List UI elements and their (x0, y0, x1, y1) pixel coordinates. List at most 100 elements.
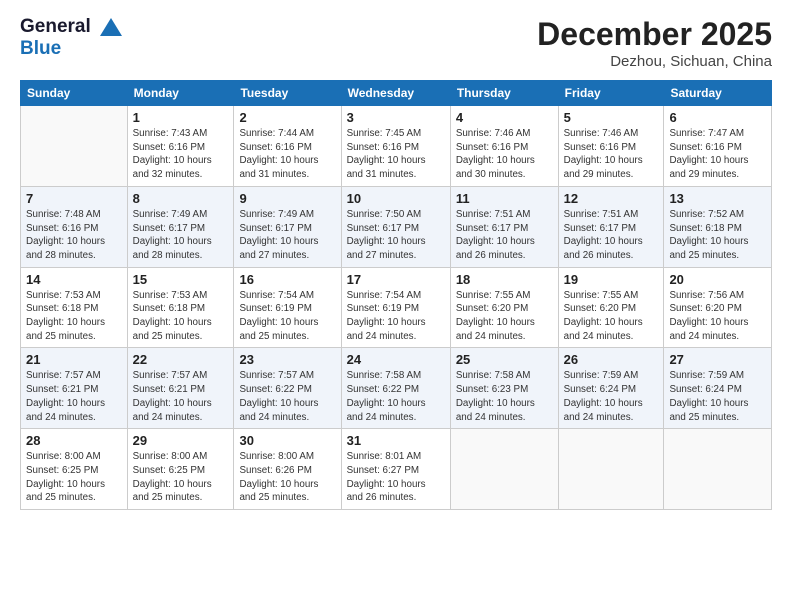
calendar-day-header: Saturday (664, 81, 772, 106)
day-number: 22 (133, 352, 229, 367)
logo-text: General (20, 16, 124, 38)
day-number: 7 (26, 191, 122, 206)
day-number: 30 (239, 433, 335, 448)
calendar-day-cell (558, 429, 664, 510)
day-number: 12 (564, 191, 659, 206)
logo-icon (98, 16, 124, 38)
day-number: 4 (456, 110, 553, 125)
day-number: 8 (133, 191, 229, 206)
day-number: 16 (239, 272, 335, 287)
calendar-day-cell: 19Sunrise: 7:55 AMSunset: 6:20 PMDayligh… (558, 267, 664, 348)
day-info: Sunrise: 7:44 AMSunset: 6:16 PMDaylight:… (239, 127, 335, 182)
calendar-day-cell (450, 429, 558, 510)
title-block: December 2025 Dezhou, Sichuan, China (537, 16, 772, 70)
calendar-day-header: Thursday (450, 81, 558, 106)
day-number: 27 (669, 352, 766, 367)
day-info: Sunrise: 7:51 AMSunset: 6:17 PMDaylight:… (564, 208, 659, 263)
day-number: 5 (564, 110, 659, 125)
calendar-day-cell: 25 Sunrise: 7:58 AMSunset: 6:23 PMDayligh… (450, 348, 558, 429)
calendar-day-cell: 16 Sunrise: 7:54 AMSunset: 6:19 PMDayligh… (234, 267, 341, 348)
day-info: Sunrise: 7:59 AMSunset: 6:24 PMDaylight:… (669, 369, 766, 424)
calendar-day-cell: 26Sunrise: 7:59 AMSunset: 6:24 PMDayligh… (558, 348, 664, 429)
calendar-day-cell (21, 106, 128, 187)
calendar-day-cell: 31 Sunrise: 8:01 AMSunset: 6:27 PMDayligh… (341, 429, 450, 510)
day-info: Sunrise: 7:56 AMSunset: 6:20 PMDaylight:… (669, 289, 766, 344)
day-info: Sunrise: 7:57 AMSunset: 6:22 PMDaylight:… (239, 369, 335, 424)
day-number: 14 (26, 272, 122, 287)
day-info: Sunrise: 7:54 AMSunset: 6:19 PMDaylight:… (347, 289, 445, 344)
calendar-day-header: Sunday (21, 81, 128, 106)
day-number: 21 (26, 352, 122, 367)
day-number: 18 (456, 272, 553, 287)
calendar-day-cell: 3 Sunrise: 7:45 AMSunset: 6:16 PMDaylight… (341, 106, 450, 187)
day-number: 24 (347, 352, 445, 367)
day-info: Sunrise: 7:49 AMSunset: 6:17 PMDaylight:… (133, 208, 229, 263)
calendar-day-cell: 18 Sunrise: 7:55 AMSunset: 6:20 PMDayligh… (450, 267, 558, 348)
day-info: Sunrise: 7:53 AMSunset: 6:18 PMDaylight:… (26, 289, 122, 344)
day-info: Sunrise: 7:50 AMSunset: 6:17 PMDaylight:… (347, 208, 445, 263)
logo: General Blue (20, 16, 124, 60)
day-info: Sunrise: 7:46 AMSunset: 6:16 PMDaylight:… (564, 127, 659, 182)
day-number: 9 (239, 191, 335, 206)
day-number: 29 (133, 433, 229, 448)
day-number: 26 (564, 352, 659, 367)
calendar-day-cell (664, 429, 772, 510)
day-info: Sunrise: 7:58 AMSunset: 6:23 PMDaylight:… (456, 369, 553, 424)
calendar-day-cell: 10 Sunrise: 7:50 AMSunset: 6:17 PMDayligh… (341, 186, 450, 267)
calendar-day-cell: 9Sunrise: 7:49 AMSunset: 6:17 PMDaylight… (234, 186, 341, 267)
calendar-day-cell: 2 Sunrise: 7:44 AMSunset: 6:16 PMDaylight… (234, 106, 341, 187)
day-info: Sunrise: 7:54 AMSunset: 6:19 PMDaylight:… (239, 289, 335, 344)
day-number: 31 (347, 433, 445, 448)
calendar-week-row: 14 Sunrise: 7:53 AMSunset: 6:18 PMDayligh… (21, 267, 772, 348)
day-number: 25 (456, 352, 553, 367)
calendar-week-row: 28Sunrise: 8:00 AMSunset: 6:25 PMDayligh… (21, 429, 772, 510)
calendar-day-cell: 11Sunrise: 7:51 AMSunset: 6:17 PMDayligh… (450, 186, 558, 267)
day-number: 23 (239, 352, 335, 367)
calendar-day-header: Monday (127, 81, 234, 106)
calendar-day-cell: 17 Sunrise: 7:54 AMSunset: 6:19 PMDayligh… (341, 267, 450, 348)
day-info: Sunrise: 7:58 AMSunset: 6:22 PMDaylight:… (347, 369, 445, 424)
calendar-day-cell: 21 Sunrise: 7:57 AMSunset: 6:21 PMDayligh… (21, 348, 128, 429)
day-number: 20 (669, 272, 766, 287)
calendar-day-cell: 24 Sunrise: 7:58 AMSunset: 6:22 PMDayligh… (341, 348, 450, 429)
day-number: 2 (239, 110, 335, 125)
day-info: Sunrise: 7:45 AMSunset: 6:16 PMDaylight:… (347, 127, 445, 182)
calendar-day-cell: 14 Sunrise: 7:53 AMSunset: 6:18 PMDayligh… (21, 267, 128, 348)
calendar-day-cell: 7 Sunrise: 7:48 AMSunset: 6:16 PMDaylight… (21, 186, 128, 267)
day-info: Sunrise: 8:00 AMSunset: 6:25 PMDaylight:… (133, 450, 229, 505)
page-header: General Blue December 2025 Dezhou, Sichu… (20, 16, 772, 70)
calendar-day-header: Tuesday (234, 81, 341, 106)
calendar-day-cell: 20 Sunrise: 7:56 AMSunset: 6:20 PMDayligh… (664, 267, 772, 348)
day-info: Sunrise: 7:55 AMSunset: 6:20 PMDaylight:… (456, 289, 553, 344)
calendar-day-cell: 1Sunrise: 7:43 AMSunset: 6:16 PMDaylight… (127, 106, 234, 187)
calendar-week-row: 21 Sunrise: 7:57 AMSunset: 6:21 PMDayligh… (21, 348, 772, 429)
day-number: 13 (669, 191, 766, 206)
logo-blue: Blue (20, 38, 124, 60)
day-number: 15 (133, 272, 229, 287)
day-number: 19 (564, 272, 659, 287)
day-number: 17 (347, 272, 445, 287)
day-info: Sunrise: 8:00 AMSunset: 6:25 PMDaylight:… (26, 450, 122, 505)
day-info: Sunrise: 7:47 AMSunset: 6:16 PMDaylight:… (669, 127, 766, 182)
calendar-week-row: 1Sunrise: 7:43 AMSunset: 6:16 PMDaylight… (21, 106, 772, 187)
day-number: 3 (347, 110, 445, 125)
calendar-day-cell: 30 Sunrise: 8:00 AMSunset: 6:26 PMDayligh… (234, 429, 341, 510)
month-title: December 2025 (537, 16, 772, 53)
day-info: Sunrise: 7:57 AMSunset: 6:21 PMDaylight:… (133, 369, 229, 424)
calendar-day-cell: 28Sunrise: 8:00 AMSunset: 6:25 PMDayligh… (21, 429, 128, 510)
day-info: Sunrise: 7:57 AMSunset: 6:21 PMDaylight:… (26, 369, 122, 424)
calendar-header-row: SundayMondayTuesdayWednesdayThursdayFrid… (21, 81, 772, 106)
calendar-day-cell: 5 Sunrise: 7:46 AMSunset: 6:16 PMDaylight… (558, 106, 664, 187)
calendar-day-cell: 27 Sunrise: 7:59 AMSunset: 6:24 PMDayligh… (664, 348, 772, 429)
calendar-day-cell: 12 Sunrise: 7:51 AMSunset: 6:17 PMDayligh… (558, 186, 664, 267)
calendar-day-cell: 23 Sunrise: 7:57 AMSunset: 6:22 PMDayligh… (234, 348, 341, 429)
calendar-day-cell: 15Sunrise: 7:53 AMSunset: 6:18 PMDayligh… (127, 267, 234, 348)
location: Dezhou, Sichuan, China (537, 53, 772, 70)
calendar-day-cell: 8 Sunrise: 7:49 AMSunset: 6:17 PMDaylight… (127, 186, 234, 267)
day-info: Sunrise: 8:00 AMSunset: 6:26 PMDaylight:… (239, 450, 335, 505)
day-number: 10 (347, 191, 445, 206)
day-info: Sunrise: 7:48 AMSunset: 6:16 PMDaylight:… (26, 208, 122, 263)
calendar-day-cell: 4Sunrise: 7:46 AMSunset: 6:16 PMDaylight… (450, 106, 558, 187)
calendar-day-header: Wednesday (341, 81, 450, 106)
day-info: Sunrise: 8:01 AMSunset: 6:27 PMDaylight:… (347, 450, 445, 505)
